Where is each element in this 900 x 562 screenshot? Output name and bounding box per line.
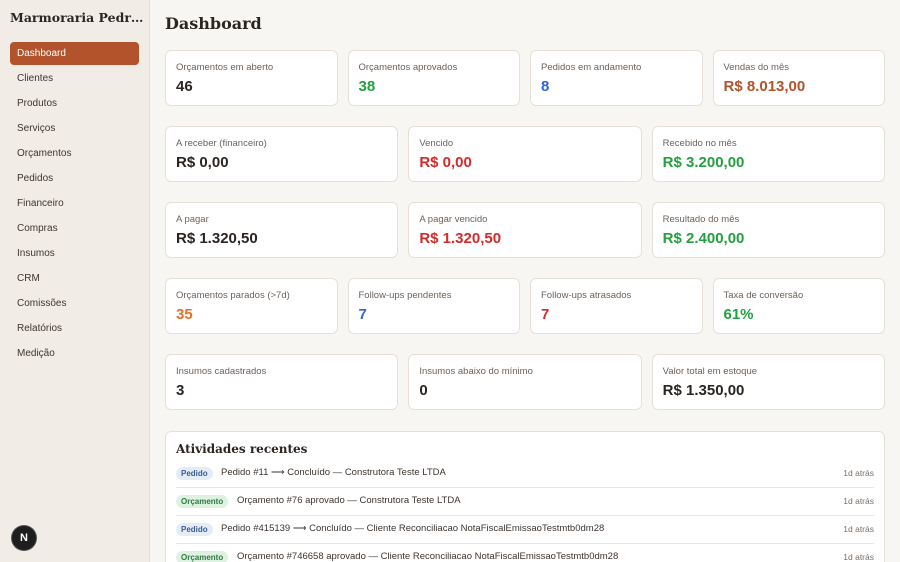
activity-time: 1d atrás (843, 524, 874, 534)
kpi-value: 7 (358, 306, 367, 323)
kpi-label: Insumos abaixo do mínimo (419, 366, 533, 377)
activity-row[interactable]: Pedido Pedido #11 ⟶ Concluído — Construto… (176, 460, 874, 488)
kpi-value: 61% (723, 306, 754, 323)
sidebar-item-6[interactable]: Financeiro (10, 192, 139, 215)
user-badge[interactable]: N (12, 526, 36, 550)
sidebar-item-4[interactable]: Orçamentos (10, 142, 139, 165)
kpi-card: Vencido R$ 0,00 (408, 126, 642, 182)
kpi-card: Resultado do mês R$ 2.400,00 (651, 202, 885, 258)
kpi-card: Pedidos em andamento 8 (530, 50, 703, 106)
kpi-card: Orçamentos aprovados 38 (347, 50, 520, 106)
activity-text: Pedido #11 ⟶ Concluído — Construtora Tes… (221, 467, 446, 478)
kpi-card: Orçamentos em aberto 46 (165, 50, 338, 106)
sidebar-item-8[interactable]: Insumos (10, 242, 139, 265)
kpi-value: R$ 1.350,00 (662, 382, 745, 399)
activity-row[interactable]: Orçamento Orçamento #746658 aprovado — Cl… (176, 544, 874, 562)
activity-row[interactable]: Orçamento Orçamento #76 aprovado — Constr… (176, 488, 874, 516)
kpi-card: A pagar R$ 1.320,50 (165, 202, 399, 258)
kpi-label: Orçamentos em aberto (176, 62, 274, 73)
activity-text: Pedido #415139 ⟶ Concluído — Cliente Rec… (221, 523, 605, 534)
kpi-label: Orçamentos aprovados (358, 62, 458, 73)
kpi-value: R$ 0,00 (419, 154, 472, 171)
sidebar-item-5[interactable]: Pedidos (10, 167, 139, 190)
kpi-label: Orçamentos parados (>7d) (176, 290, 290, 301)
kpi-label: Resultado do mês (662, 214, 740, 225)
page-title: Dashboard (165, 14, 262, 33)
kpi-card: Insumos cadastrados 3 (165, 354, 399, 410)
sidebar-item-2[interactable]: Produtos (10, 92, 139, 115)
sidebar-item-3[interactable]: Serviços (10, 117, 139, 140)
kpi-value: R$ 8.013,00 (723, 78, 806, 95)
sidebar-item-10[interactable]: Comissões (10, 292, 139, 315)
activity-tag: Pedido (176, 523, 213, 536)
kpi-card: Recebido no mês R$ 3.200,00 (651, 126, 885, 182)
kpi-label: Insumos cadastrados (176, 366, 267, 377)
kpi-card: Follow-ups atrasados 7 (530, 278, 703, 334)
kpi-card: Valor total em estoque R$ 1.350,00 (651, 354, 885, 410)
kpi-value: R$ 2.400,00 (662, 230, 745, 247)
kpi-value: 38 (358, 78, 376, 95)
kpi-label: Taxa de conversão (723, 290, 804, 301)
sidebar-item-7[interactable]: Compras (10, 217, 139, 240)
kpi-card: Vendas do mês R$ 8.013,00 (712, 50, 885, 106)
kpi-value: 3 (176, 382, 185, 399)
kpi-label: Valor total em estoque (662, 366, 758, 377)
kpi-label: A pagar (176, 214, 209, 225)
kpi-label: Follow-ups atrasados (541, 290, 632, 301)
activity-time: 1d atrás (843, 552, 874, 562)
kpi-label: A pagar vencido (419, 214, 488, 225)
activity-text: Orçamento #76 aprovado — Construtora Tes… (237, 495, 461, 506)
kpi-card: A receber (financeiro) R$ 0,00 (165, 126, 399, 182)
kpi-value: 46 (176, 78, 193, 95)
kpi-value: R$ 1.320,50 (419, 230, 502, 247)
kpi-card: A pagar vencido R$ 1.320,50 (408, 202, 642, 258)
kpi-value: 8 (541, 78, 550, 95)
activity-tag: Pedido (176, 467, 213, 480)
kpi-card: Taxa de conversão 61% (712, 278, 885, 334)
sidebar-item-11[interactable]: Relatórios (10, 317, 139, 340)
kpi-value: 7 (541, 306, 550, 323)
kpi-card: Orçamentos parados (>7d) 35 (165, 278, 338, 334)
kpi-value: R$ 1.320,50 (176, 230, 258, 247)
kpi-value: R$ 3.200,00 (662, 154, 745, 171)
kpi-label: Vencido (419, 138, 454, 149)
activity-time: 1d atrás (843, 468, 874, 478)
activity-tag: Orçamento (176, 551, 229, 562)
kpi-label: Recebido no mês (662, 138, 737, 149)
kpi-value: 0 (419, 382, 428, 399)
sidebar: Marmoraria Pedra Nobre DashboardClientes… (0, 0, 150, 562)
kpi-label: Vendas do mês (723, 62, 790, 73)
sidebar-item-1[interactable]: Clientes (10, 67, 139, 90)
activity-text: Orçamento #746658 aprovado — Cliente Rec… (237, 551, 619, 562)
main-content: Dashboard Orçamentos em aberto 46 Orçament… (150, 0, 900, 562)
kpi-label: Pedidos em andamento (541, 62, 642, 73)
kpi-label: Follow-ups pendentes (358, 290, 452, 301)
kpi-card: Follow-ups pendentes 7 (347, 278, 520, 334)
sidebar-item-0[interactable]: Dashboard (10, 42, 139, 65)
brand-name: Marmoraria Pedra Nobre (10, 10, 145, 25)
kpi-value: R$ 0,00 (176, 154, 229, 171)
activity-row[interactable]: Pedido Pedido #415139 ⟶ Concluído — Clien… (176, 516, 874, 544)
recent-activity-title: Atividades recentes (176, 442, 308, 456)
sidebar-item-12[interactable]: Medição (10, 342, 139, 365)
activity-tag: Orçamento (176, 495, 229, 508)
activity-time: 1d atrás (843, 496, 874, 506)
kpi-label: A receber (financeiro) (176, 138, 267, 149)
kpi-card: Insumos abaixo do mínimo 0 (408, 354, 642, 410)
kpi-value: 35 (176, 306, 193, 323)
sidebar-item-9[interactable]: CRM (10, 267, 139, 290)
sidebar-nav: Dashboard Clientes Produtos Serviços Orçamen… (10, 42, 139, 367)
recent-activity-panel: Atividades recentes Pedido Pedido #11 ⟶ C… (165, 431, 885, 562)
